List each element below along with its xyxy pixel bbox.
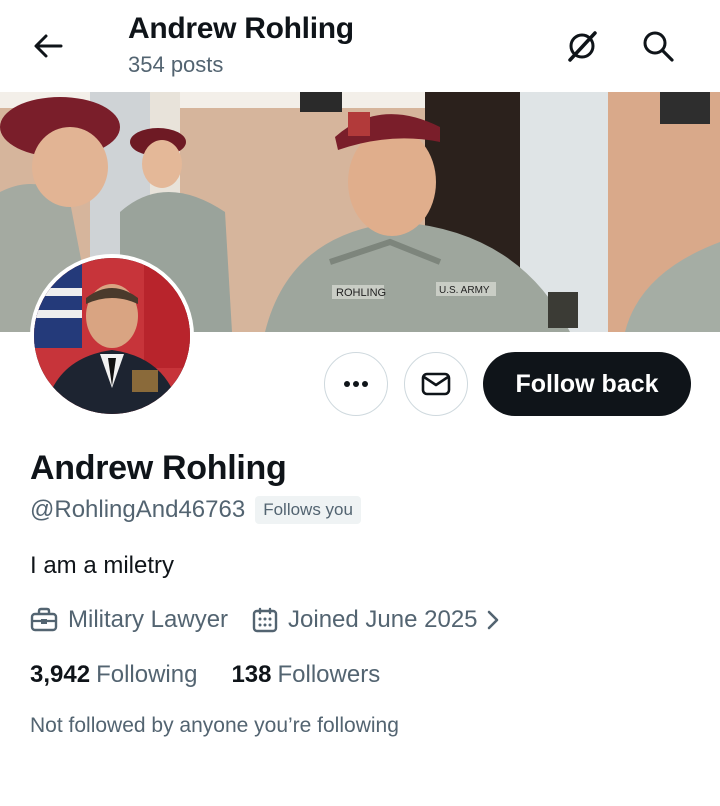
followers-link[interactable]: 138 Followers	[231, 661, 380, 689]
avatar-photo	[34, 258, 190, 414]
handle-row: @RohlingAnd46763 Follows you	[30, 496, 361, 524]
header-title: Andrew Rohling	[128, 12, 354, 45]
search-icon	[643, 31, 674, 62]
following-label: Following	[96, 661, 198, 688]
grok-button[interactable]	[560, 24, 604, 68]
following-link[interactable]: 3,942 Following	[30, 661, 197, 689]
following-count: 3,942	[30, 661, 91, 688]
envelope-icon	[421, 372, 451, 396]
follow-stats: 3,942 Following 138 Followers	[30, 661, 380, 689]
profile-avatar[interactable]	[30, 254, 194, 418]
profession-item: Military Lawyer	[30, 606, 228, 634]
profile-bio: I am a miletry	[30, 552, 175, 579]
banner-branch-tape: U.S. ARMY	[439, 285, 490, 296]
arrow-left-icon	[34, 34, 63, 58]
chevron-right-icon	[486, 609, 510, 631]
search-button[interactable]	[636, 24, 680, 68]
profile-meta: Military Lawyer Joined June 2025	[30, 606, 510, 634]
follow-back-button[interactable]: Follow back	[483, 352, 691, 416]
mutual-followers-note: Not followed by anyone you’re following	[30, 714, 399, 737]
banner-name-tape: ROHLING	[336, 287, 386, 299]
grok-icon	[568, 31, 597, 62]
follows-you-badge: Follows you	[255, 496, 361, 524]
profession-label: Military Lawyer	[68, 606, 229, 633]
message-button[interactable]	[404, 352, 468, 416]
header-post-count: 354 posts	[128, 52, 224, 77]
more-dots-icon	[344, 381, 368, 387]
joined-date-item[interactable]: Joined June 2025	[252, 606, 510, 634]
back-button[interactable]	[28, 26, 68, 66]
more-options-button[interactable]	[324, 352, 388, 416]
profile-header: Andrew Rohling 354 posts	[0, 0, 720, 92]
joined-date-label: Joined June 2025	[288, 606, 478, 633]
calendar-icon	[252, 607, 278, 633]
briefcase-icon	[30, 607, 58, 632]
followers-label: Followers	[277, 661, 381, 688]
followers-count: 138	[231, 661, 272, 688]
display-name: Andrew Rohling	[30, 449, 287, 487]
user-handle: @RohlingAnd46763	[30, 496, 246, 523]
